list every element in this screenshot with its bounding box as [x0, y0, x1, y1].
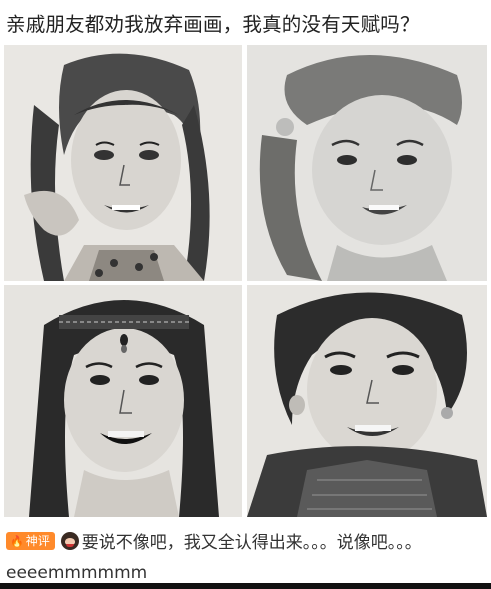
- flame-icon: 🔥: [10, 535, 24, 548]
- bottom-bar: [0, 583, 491, 589]
- post-title: 亲戚朋友都劝我放弃画画，我真的没有天赋吗？: [6, 13, 420, 36]
- badge-label: 神评: [25, 534, 50, 548]
- emoji-face-icon: [60, 532, 79, 550]
- hot-comment: 🔥 神评 要说不像吧，我又全认得出来。。。说像吧。。。eeeemmmmmm: [6, 528, 486, 588]
- gallery-image-3[interactable]: [4, 285, 242, 517]
- sketch-portrait-girl-braids: [4, 45, 242, 281]
- image-gallery: [4, 45, 487, 517]
- sketch-portrait-woman-earrings: [247, 285, 487, 517]
- sketch-portrait-girl-ponytail: [247, 45, 487, 281]
- gallery-image-4[interactable]: [247, 285, 487, 517]
- gallery-image-2[interactable]: [247, 45, 487, 281]
- gallery-image-1[interactable]: [4, 45, 242, 281]
- hot-comment-badge: 🔥 神评: [6, 532, 55, 550]
- sketch-portrait-woman-headband: [4, 285, 242, 517]
